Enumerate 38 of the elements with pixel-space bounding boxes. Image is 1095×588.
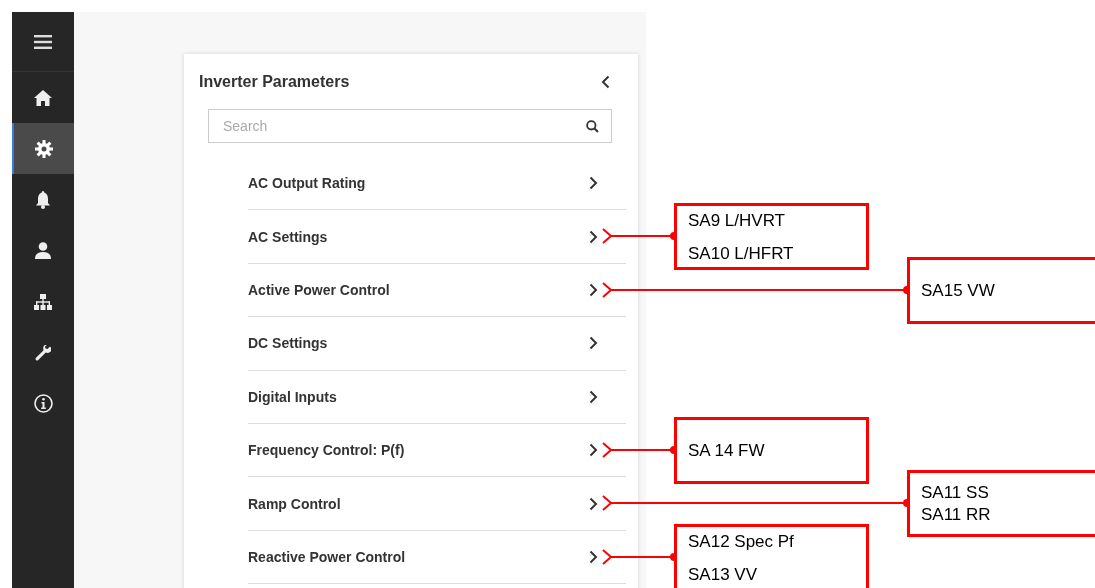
parameter-row[interactable]: Active Power Control (248, 263, 626, 318)
annotation-text: SA 14 FW (688, 440, 766, 461)
wrench-icon (35, 344, 51, 361)
user-icon (35, 242, 51, 259)
chevron-right-icon (589, 176, 598, 191)
chevron-right-icon (589, 549, 598, 564)
chevron-right-icon (589, 229, 598, 244)
parameter-row[interactable]: AC Output Rating (248, 157, 626, 211)
chevron-right-icon (589, 336, 598, 351)
panel-title: Inverter Parameters (199, 73, 350, 91)
annotation-text: SA15 VW (921, 280, 996, 301)
annotation-text: SA11 SS (921, 482, 990, 503)
annotation-text: SA12 Spec Pf (688, 531, 795, 553)
parameter-row[interactable]: Ramp Control (248, 477, 626, 531)
chevron-right-icon (589, 443, 598, 458)
parameter-row[interactable]: Reactive Power Control (248, 530, 626, 585)
annotation-text: SA10 L/HFRT (688, 242, 795, 265)
parameter-row[interactable]: Frequency Control: P(f) (248, 423, 626, 478)
chevron-right-icon (589, 282, 598, 297)
info-icon (33, 394, 53, 413)
search-icon (586, 120, 599, 133)
chevron-right-icon (589, 389, 598, 404)
parameter-row[interactable]: AC Settings (248, 210, 626, 264)
annotation-text: SA9 L/HVRT (688, 209, 786, 232)
bell-icon (35, 190, 51, 209)
hierarchy-icon (34, 293, 52, 310)
chevron-left-icon (601, 75, 610, 89)
collapse-button[interactable] (599, 73, 612, 91)
sidebar-item[interactable] (12, 123, 74, 174)
search-field[interactable]: Search (208, 109, 612, 143)
home-icon (34, 89, 52, 106)
annotation-text: SA11 RR (921, 504, 992, 525)
settings-icon (35, 139, 53, 158)
parameter-row[interactable]: DC Settings (248, 317, 626, 371)
annotation-text: SA13 VV (688, 564, 758, 586)
menu-icon (34, 34, 52, 49)
chevron-right-icon (589, 496, 598, 511)
parameter-row[interactable]: Digital Inputs (248, 370, 626, 424)
